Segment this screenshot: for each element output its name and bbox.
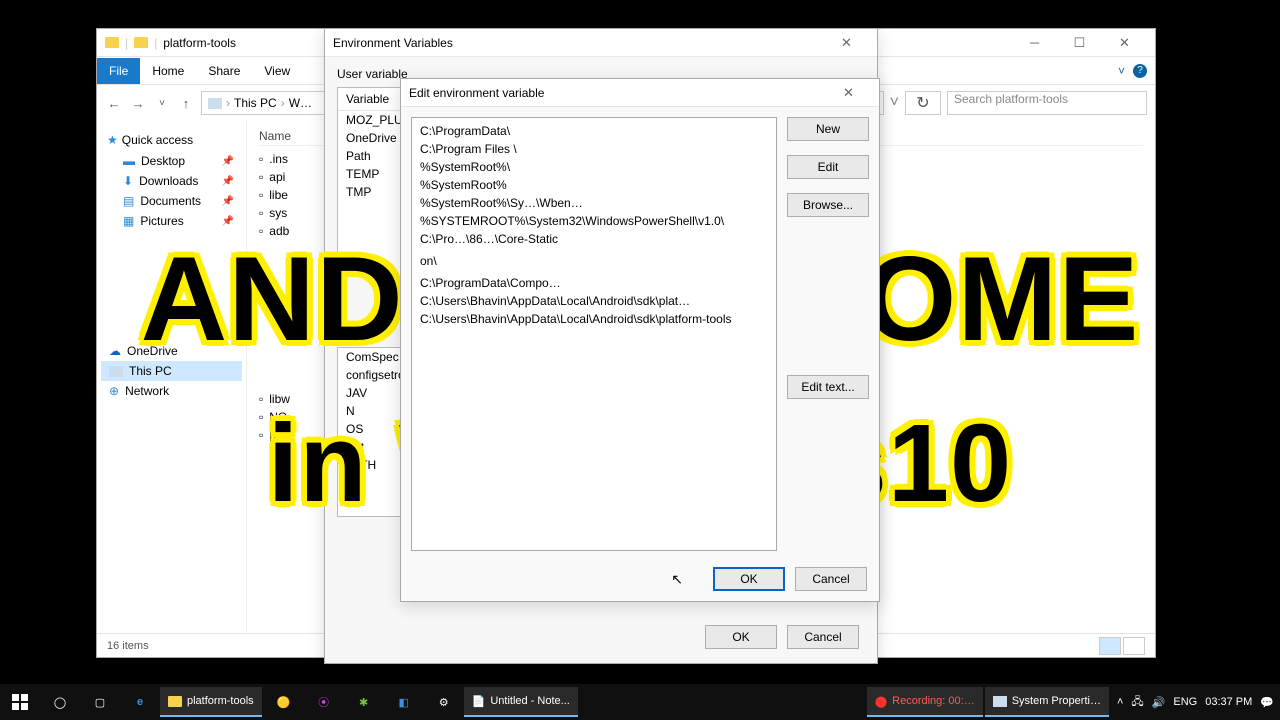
taskbar-item[interactable]: 📄Untitled - Note...	[464, 687, 578, 717]
cortana-icon[interactable]: ◯	[40, 684, 80, 720]
volume-icon[interactable]: 🔊	[1152, 696, 1166, 709]
envvars-titlebar: Environment Variables ✕	[325, 29, 877, 57]
sidebar-item-desktop[interactable]: ▬Desktop📌	[101, 151, 242, 171]
edit-button[interactable]: Edit	[787, 155, 869, 179]
minimize-button[interactable]: ─	[1012, 29, 1057, 57]
notifications-icon[interactable]: 💬	[1260, 696, 1274, 709]
sidebar-item-pictures[interactable]: ▦Pictures📌	[101, 211, 242, 231]
settings-icon[interactable]: ⚙	[424, 684, 464, 720]
ribbon-share[interactable]: Share	[196, 58, 252, 84]
chrome-icon[interactable]: 🟡	[264, 684, 304, 720]
start-button[interactable]	[0, 684, 40, 720]
sidebar-item-onedrive[interactable]: ☁OneDrive	[101, 341, 242, 361]
system-tray[interactable]: ˄ 🖧 🔊 ENG 03:37 PM 💬	[1111, 693, 1280, 712]
path-item[interactable]: C:\ProgramData\	[412, 122, 776, 140]
taskbar: ◯ ▢ e platform-tools 🟡 ⦿ ✱ ◧ ⚙ 📄Untitled…	[0, 684, 1280, 720]
forward-button[interactable]: →	[129, 96, 147, 111]
refresh-button[interactable]: ↻	[905, 91, 941, 115]
path-item[interactable]: C:\Program Files \	[412, 140, 776, 158]
path-item[interactable]: C:\Pro…\86…\Core-Static	[412, 230, 776, 248]
app-icon[interactable]: ◧	[384, 684, 424, 720]
edge-icon[interactable]: e	[120, 684, 160, 720]
path-item[interactable]: C:\Users\Bhavin\AppData\Local\Android\sd…	[412, 292, 776, 310]
pc-icon	[109, 366, 123, 377]
item-count: 16 items	[107, 640, 149, 652]
path-item[interactable]: %SYSTEMROOT%\System32\WindowsPowerShell\…	[412, 212, 776, 230]
taskview-icon[interactable]: ▢	[80, 684, 120, 720]
edit-text-button[interactable]: Edit text...	[787, 375, 869, 399]
path-item[interactable]: on\	[412, 252, 776, 270]
search-input[interactable]: Search platform-tools	[947, 91, 1147, 115]
path-item[interactable]: %SystemRoot%\	[412, 158, 776, 176]
edit-env-dialog: Edit environment variable ✕ C:\ProgramDa…	[400, 78, 880, 602]
ribbon-home[interactable]: Home	[140, 58, 196, 84]
path-item[interactable]: C:\Users\Bhavin\AppData\Local\Android\sd…	[412, 310, 776, 328]
folder-icon	[134, 37, 148, 48]
maximize-button[interactable]: ☐	[1057, 29, 1102, 57]
sidebar-item-documents[interactable]: ▤Documents📌	[101, 191, 242, 211]
sidebar-item-network[interactable]: ⊕Network	[101, 381, 242, 401]
app-icon[interactable]: ⦿	[304, 684, 344, 720]
browse-button[interactable]: Browse...	[787, 193, 869, 217]
path-item[interactable]: C:\ProgramData\Compo…	[412, 274, 776, 292]
app-icon[interactable]: ✱	[344, 684, 384, 720]
cursor-icon: ↖	[671, 571, 683, 595]
language-label[interactable]: ENG	[1173, 696, 1197, 708]
close-button[interactable]: ✕	[826, 79, 871, 107]
editenv-titlebar: Edit environment variable ✕	[401, 79, 879, 107]
taskbar-item[interactable]: System Properti…	[985, 687, 1109, 717]
clock[interactable]: 03:37 PM	[1205, 696, 1252, 708]
network-icon[interactable]: 🖧	[1131, 693, 1143, 712]
view-details-icon[interactable]	[1099, 637, 1121, 655]
cancel-button[interactable]: Cancel	[795, 567, 867, 591]
path-list[interactable]: C:\ProgramData\ C:\Program Files \ %Syst…	[411, 117, 777, 551]
close-button[interactable]: ✕	[1102, 29, 1147, 57]
view-large-icon[interactable]	[1123, 637, 1145, 655]
dialog-title: Edit environment variable	[409, 86, 544, 100]
taskbar-item[interactable]: platform-tools	[160, 687, 262, 717]
explorer-sidebar: ★Quick access ▬Desktop📌 ⬇Downloads📌 ▤Doc…	[97, 121, 247, 633]
taskbar-item-recording[interactable]: ⬤Recording: 00:…	[867, 687, 983, 717]
folder-icon	[105, 37, 119, 48]
window-title: platform-tools	[163, 36, 236, 50]
ok-button[interactable]: OK	[713, 567, 785, 591]
dialog-title: Environment Variables	[333, 36, 453, 50]
sidebar-item-downloads[interactable]: ⬇Downloads📌	[101, 171, 242, 191]
back-button[interactable]: ←	[105, 96, 123, 111]
close-button[interactable]: ✕	[824, 29, 869, 57]
sidebar-item-thispc[interactable]: This PC	[101, 361, 242, 381]
quick-access[interactable]: ★Quick access	[101, 129, 242, 151]
cancel-button[interactable]: Cancel	[787, 625, 859, 649]
ok-button[interactable]: OK	[705, 625, 777, 649]
path-item[interactable]: %SystemRoot%\Sy…\Wben…	[412, 194, 776, 212]
new-button[interactable]: New	[787, 117, 869, 141]
help-icon[interactable]: ?	[1133, 64, 1147, 78]
ribbon-view[interactable]: View	[252, 58, 302, 84]
pc-icon	[208, 98, 222, 109]
up-button[interactable]: ↑	[177, 96, 195, 111]
ribbon-file[interactable]: File	[97, 58, 140, 84]
tray-chevron-icon[interactable]: ˄	[1117, 696, 1123, 708]
path-item[interactable]: %SystemRoot%	[412, 176, 776, 194]
